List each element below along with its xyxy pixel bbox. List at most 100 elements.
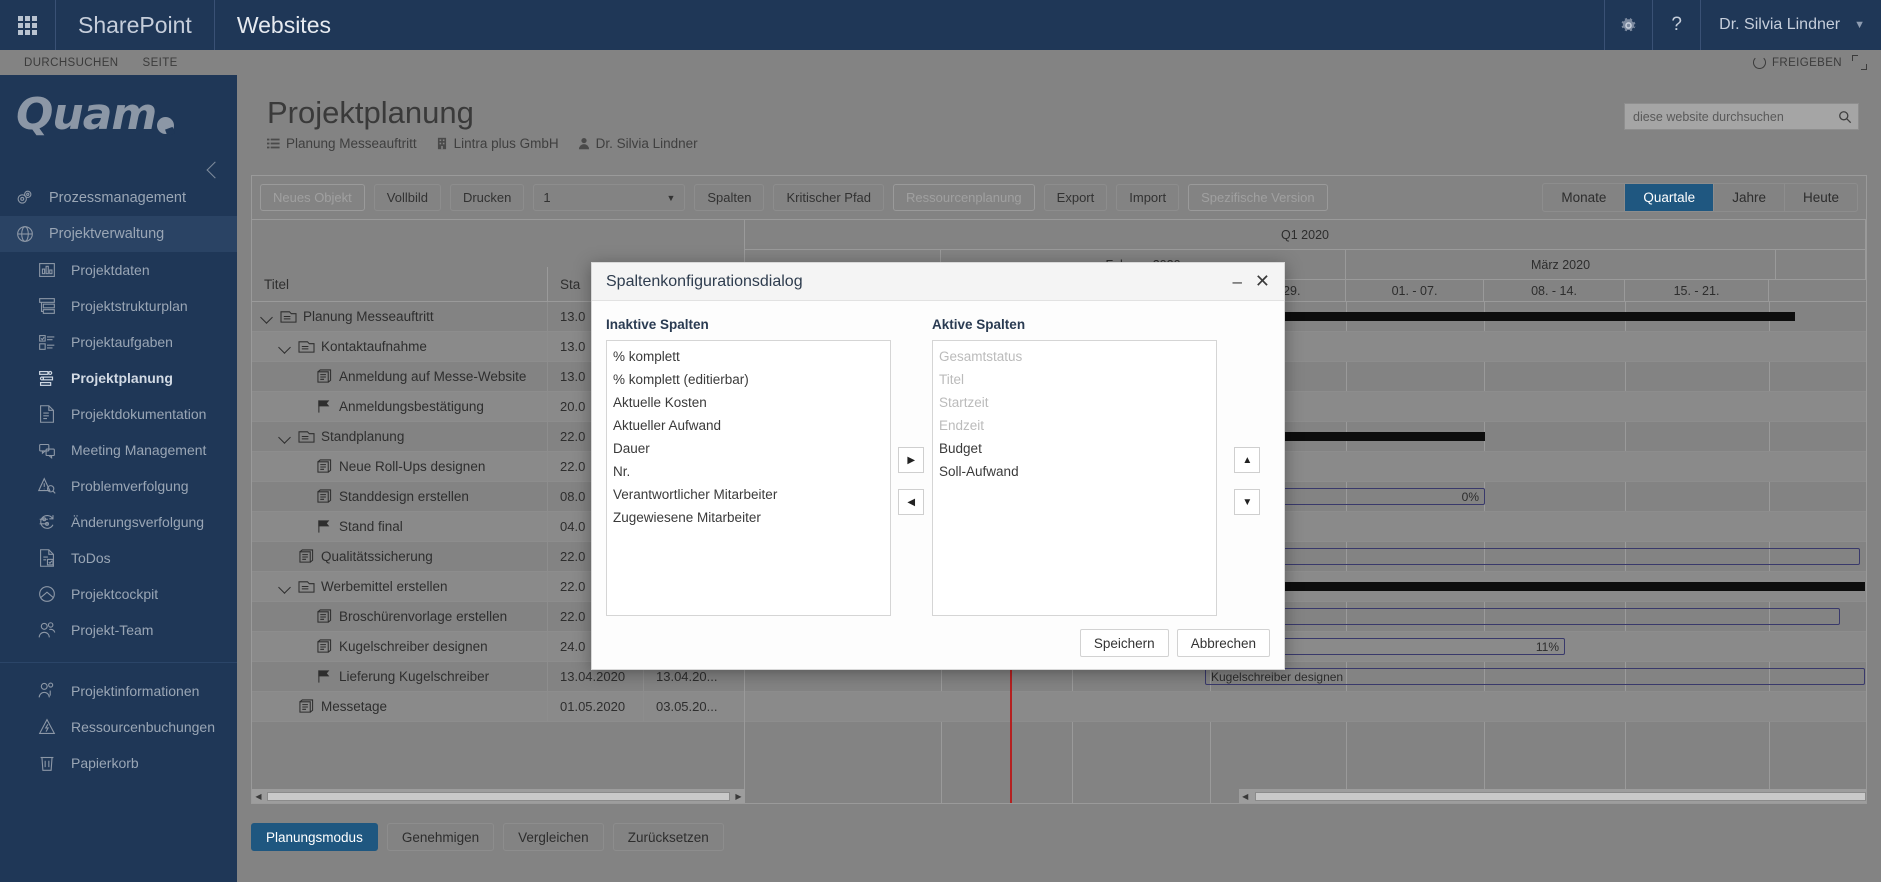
move-down-button[interactable]: ▼ (1234, 489, 1260, 515)
search-icon[interactable] (1832, 104, 1858, 129)
timescale-quartale[interactable]: Quartale (1625, 184, 1714, 211)
list-item[interactable]: Aktueller Aufwand (607, 414, 890, 437)
cancel-button[interactable]: Abbrechen (1177, 629, 1270, 657)
list-item[interactable]: Zugewiesene Mitarbeiter (607, 506, 890, 529)
page-title: Projektplanung (267, 95, 474, 131)
move-right-button[interactable]: ▶ (898, 447, 924, 473)
scroll-right-icon[interactable]: ▶ (732, 790, 745, 803)
close-icon[interactable]: ✕ (1255, 271, 1270, 292)
quam-logo[interactable]: Quam (0, 75, 237, 147)
inactive-columns-list[interactable]: % komplett% komplett (editierbar)Aktuell… (606, 340, 891, 616)
list-item[interactable]: % komplett (editierbar) (607, 368, 890, 391)
import-button[interactable]: Import (1116, 184, 1179, 211)
column-header-titel[interactable]: Titel (252, 277, 547, 292)
summary-icon (298, 579, 315, 595)
sidebar-item-prozessmanagement[interactable]: Prozessmanagement (0, 180, 237, 216)
application-window: SharePoint Websites ? Dr. Silvia Lindner… (0, 0, 1881, 882)
fullscreen-button[interactable]: Vollbild (374, 184, 441, 211)
planungsmodus-button[interactable]: Planungsmodus (251, 823, 378, 851)
sidebar-item-projektaufgaben[interactable]: Projektaufgaben (0, 324, 237, 360)
list-item[interactable]: Dauer (607, 437, 890, 460)
ribbon-tab-seite[interactable]: SEITE (131, 57, 190, 69)
sidebar-item-projektinformationen[interactable]: Projektinformationen (0, 673, 237, 709)
site-name[interactable]: Websites (215, 0, 353, 50)
sidebar-item-projektdaten[interactable]: Projektdaten (0, 252, 237, 288)
timescale-jahre[interactable]: Jahre (1714, 184, 1785, 211)
gear-icon[interactable] (1604, 0, 1652, 50)
help-icon[interactable]: ? (1652, 0, 1700, 50)
sidebar-item-label: Problemverfolgung (71, 478, 189, 494)
app-launcher-icon[interactable] (0, 0, 56, 50)
focus-on-content-icon[interactable] (1852, 55, 1867, 70)
gauge-icon (36, 583, 58, 605)
dialog-title-bar[interactable]: Spaltenkonfigurationsdialog – ✕ (592, 263, 1284, 301)
level-select[interactable]: 1 ▼ (533, 184, 685, 211)
sidebar-item-projekt-team[interactable]: Projekt-Team (0, 612, 237, 648)
task-table-hscroll[interactable]: ◀ ▶ (252, 789, 745, 803)
active-columns-list[interactable]: GesamtstatusTitelStartzeitEndzeitBudgetS… (932, 340, 1217, 616)
minimize-icon[interactable]: – (1232, 277, 1241, 287)
share-button[interactable]: FREIGEBEN (1753, 56, 1842, 69)
sidebar-item-papierkorb[interactable]: Papierkorb (0, 745, 237, 781)
columns-button[interactable]: Spalten (694, 184, 764, 211)
list-item[interactable]: Verantwortlicher Mitarbeiter (607, 483, 890, 506)
expand-collapse-icon[interactable] (278, 580, 292, 594)
sidebar-item-projektverwaltung[interactable]: Projektverwaltung (0, 216, 237, 252)
sidebar-item-projektplanung[interactable]: Projektplanung (0, 360, 237, 396)
cell-title: Anmeldung auf Messe-Website (252, 369, 547, 385)
list-item[interactable]: Nr. (607, 460, 890, 483)
scroll-left-icon[interactable]: ◀ (1239, 790, 1251, 803)
list-item[interactable]: Aktuelle Kosten (607, 391, 890, 414)
scroll-thumb[interactable] (267, 792, 730, 801)
timescale-monate[interactable]: Monate (1543, 184, 1625, 211)
list-item[interactable]: Soll-Aufwand (933, 460, 1216, 483)
export-button[interactable]: Export (1044, 184, 1108, 211)
sidebar-item-projektdokumentation[interactable]: Projektdokumentation (0, 396, 237, 432)
list-item[interactable]: % komplett (607, 345, 890, 368)
user-name[interactable]: Dr. Silvia Lindner (1700, 0, 1854, 50)
chevron-down-icon[interactable]: ▼ (1854, 0, 1881, 50)
task-name: Anmeldung auf Messe-Website (339, 369, 526, 384)
zuruecksetzen-button[interactable]: Zurücksetzen (613, 823, 724, 851)
scroll-left-icon[interactable]: ◀ (252, 790, 265, 803)
list-item[interactable]: Budget (933, 437, 1216, 460)
sidebar-item-ressourcenbuchungen[interactable]: Ressourcenbuchungen (0, 709, 237, 745)
new-object-button[interactable]: Neues Objekt (260, 184, 365, 211)
sidebar-item-projektcockpit[interactable]: Projektcockpit (0, 576, 237, 612)
save-button[interactable]: Speichern (1080, 629, 1169, 657)
sidebar-item-aenderungsverfolgung[interactable]: Änderungsverfolgung (0, 504, 237, 540)
print-button[interactable]: Drucken (450, 184, 524, 211)
checklist-icon (36, 331, 58, 353)
table-row[interactable]: Messetage01.05.202003.05.20... (252, 692, 744, 722)
timescale-heute[interactable]: Heute (1785, 184, 1857, 211)
critical-path-button[interactable]: Kritischer Pfad (773, 184, 884, 211)
cell-title: Werbemittel erstellen (252, 579, 547, 595)
move-left-button[interactable]: ◀ (898, 489, 924, 515)
chevron-left-icon[interactable] (205, 160, 221, 184)
cell-title: Broschürenvorlage erstellen (252, 609, 547, 625)
specific-version-button[interactable]: Spezifische Version (1188, 184, 1327, 211)
genehmigen-button[interactable]: Genehmigen (387, 823, 494, 851)
breadcrumb-owner[interactable]: Dr. Silvia Lindner (578, 136, 698, 151)
sharepoint-brand[interactable]: SharePoint (56, 0, 215, 50)
sidebar-item-todos[interactable]: ToDos (0, 540, 237, 576)
breadcrumb-project[interactable]: Planung Messeauftritt (267, 136, 417, 151)
breadcrumb-company[interactable]: Lintra plus GmbH (436, 136, 559, 151)
scroll-thumb[interactable] (1255, 792, 1866, 801)
sidebar-item-meeting-management[interactable]: Meeting Management (0, 432, 237, 468)
timeline-month-maerz: März 2020 (1346, 250, 1776, 279)
ribbon-tab-durchsuchen[interactable]: DURCHSUCHEN (12, 57, 131, 69)
expand-collapse-icon[interactable] (260, 310, 274, 324)
expand-collapse-icon[interactable] (278, 340, 292, 354)
gantt-task-bar[interactable]: Kugelschreiber designen (1205, 668, 1865, 685)
move-up-button[interactable]: ▲ (1234, 447, 1260, 473)
gantt-hscroll[interactable]: ◀ (1239, 789, 1866, 803)
expand-collapse-icon[interactable] (278, 430, 292, 444)
search-box[interactable] (1624, 103, 1859, 130)
sidebar-item-problemverfolgung[interactable]: Problemverfolgung (0, 468, 237, 504)
search-input[interactable] (1625, 110, 1832, 124)
sidebar-item-projektstrukturplan[interactable]: Projektstrukturplan (0, 288, 237, 324)
vergleichen-button[interactable]: Vergleichen (503, 823, 604, 851)
resource-planning-button[interactable]: Ressourcenplanung (893, 184, 1035, 211)
share-label: FREIGEBEN (1772, 57, 1842, 69)
